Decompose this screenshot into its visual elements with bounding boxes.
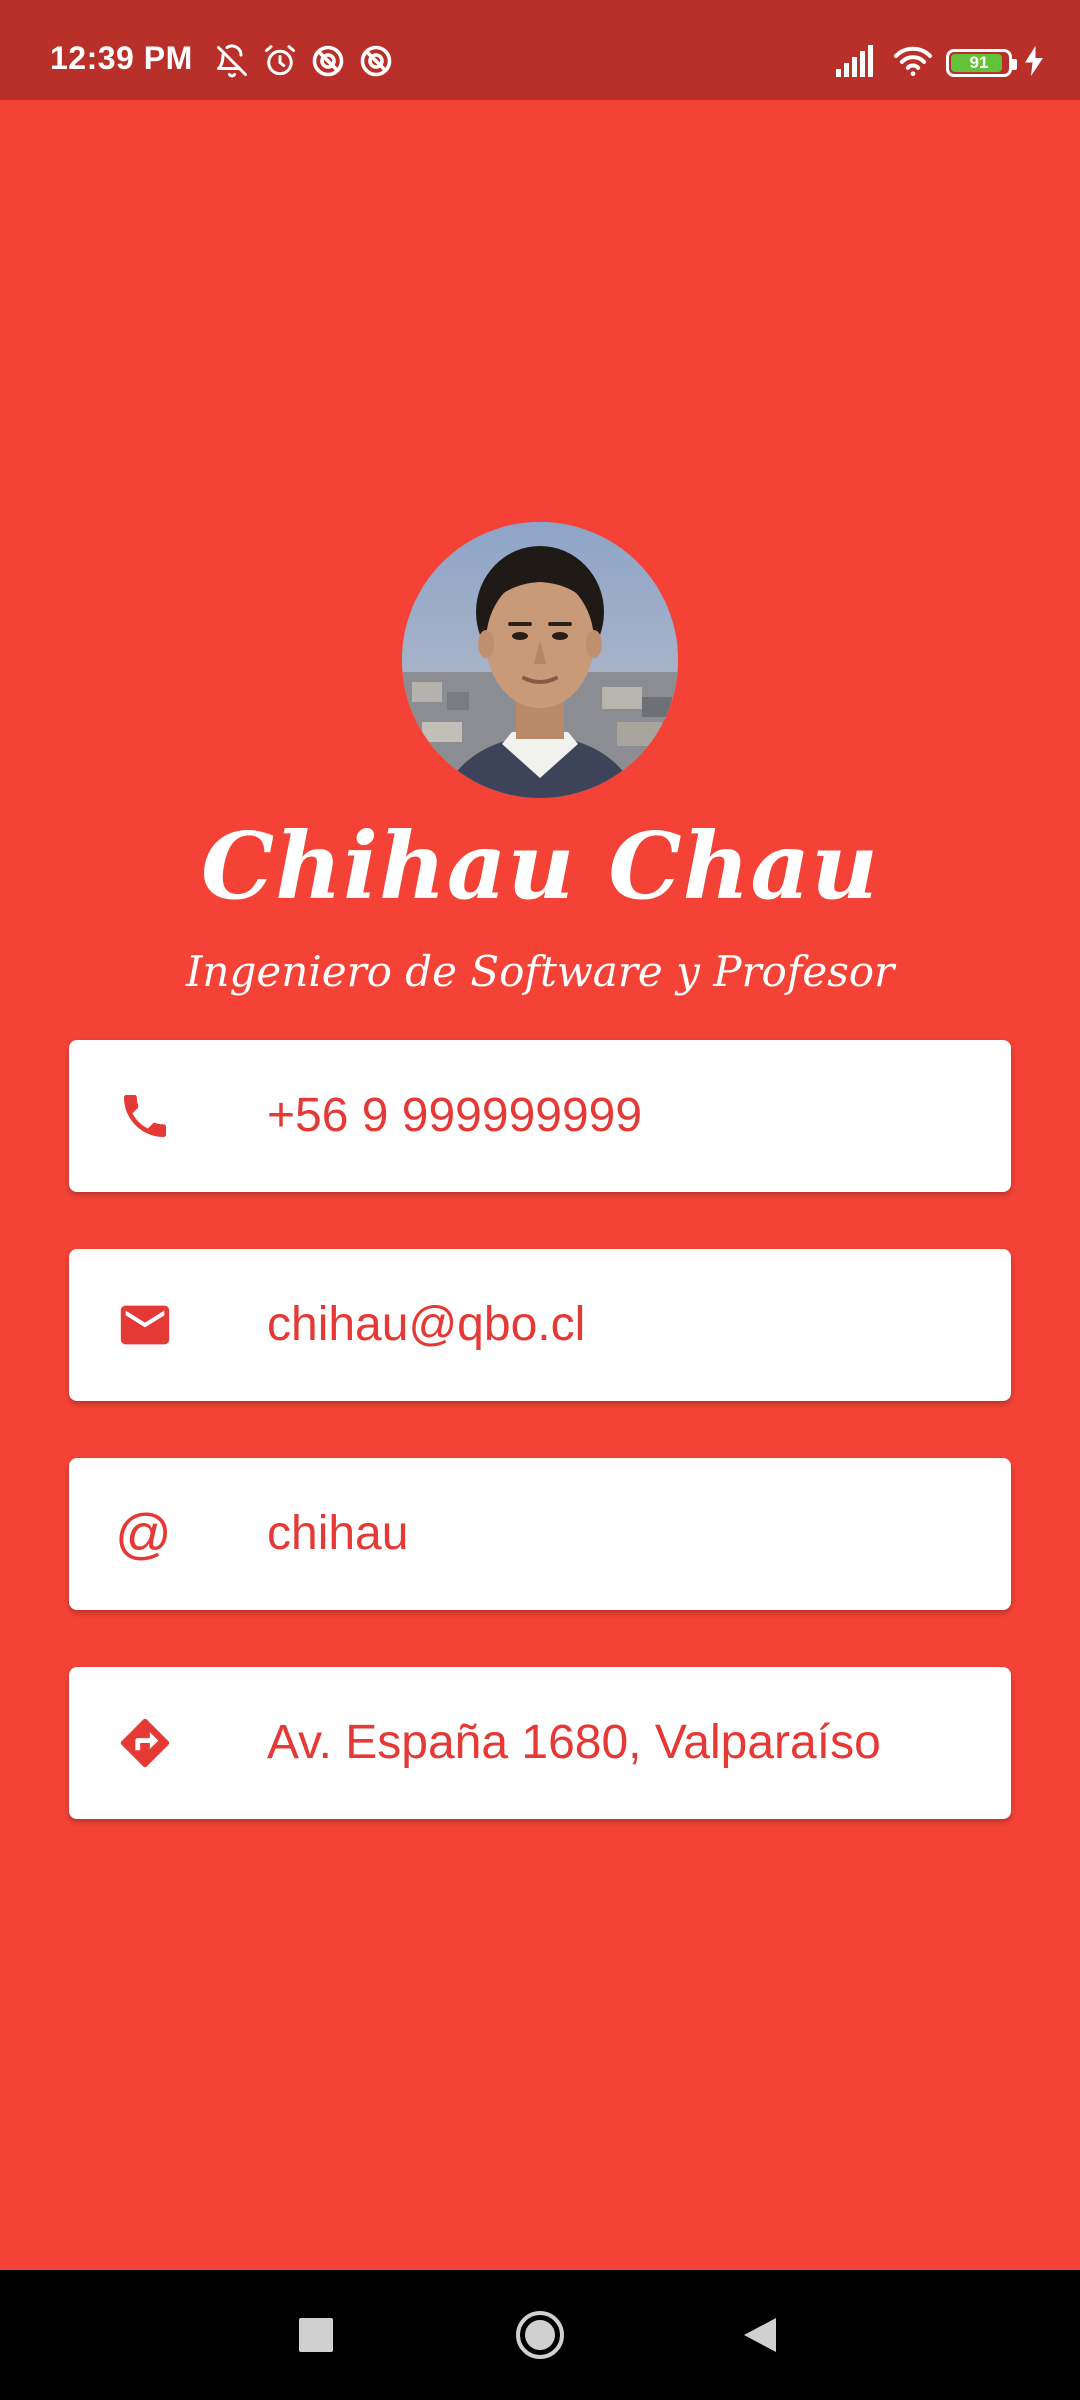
username-card[interactable]: @ chihau [69, 1458, 1011, 1610]
directions-icon [115, 1713, 175, 1773]
wifi-icon [892, 44, 934, 82]
alarm-icon [262, 43, 298, 83]
battery-tip [1012, 59, 1017, 70]
circle-icon [516, 2311, 564, 2359]
address-card[interactable]: Av. España 1680, Valparaíso [69, 1667, 1011, 1819]
bell-off-icon [214, 43, 250, 83]
status-time: 12:39 PM [50, 40, 193, 76]
email-text: chihau@qbo.cl [267, 1298, 586, 1351]
avatar [402, 522, 678, 798]
recents-button[interactable] [281, 2300, 351, 2370]
profile-name: Chihau Chau [200, 812, 880, 920]
status-notification-icons [214, 40, 394, 86]
email-card[interactable]: chihau@qbo.cl [69, 1249, 1011, 1401]
status-bar: 12:39 PM 91 [0, 0, 1080, 100]
phone-icon [115, 1086, 175, 1146]
data-saver-icon [310, 43, 346, 83]
address-text: Av. España 1680, Valparaíso [267, 1716, 881, 1769]
signal-icon [836, 45, 880, 81]
username-text: chihau [267, 1507, 409, 1560]
at-icon: @ [115, 1502, 172, 1565]
square-icon [299, 2318, 333, 2352]
status-system-icons: 91 [836, 40, 1044, 86]
phone-text: +56 9 999999999 [267, 1089, 643, 1142]
phone-card[interactable]: +56 9 999999999 [69, 1040, 1011, 1192]
contact-cards: +56 9 999999999 chihau@qbo.cl @ chihau A… [69, 1040, 1011, 1876]
navigation-bar [0, 2270, 1080, 2400]
battery-icon: 91 [946, 49, 1017, 77]
email-icon [115, 1295, 175, 1355]
back-button[interactable] [725, 2300, 795, 2370]
charging-icon [1024, 46, 1044, 80]
battery-level: 91 [969, 53, 989, 72]
profile-title: Ingeniero de Software y Profesor [185, 947, 895, 996]
home-button[interactable] [505, 2300, 575, 2370]
data-saver-icon [358, 43, 394, 83]
back-triangle-icon [744, 2318, 776, 2352]
